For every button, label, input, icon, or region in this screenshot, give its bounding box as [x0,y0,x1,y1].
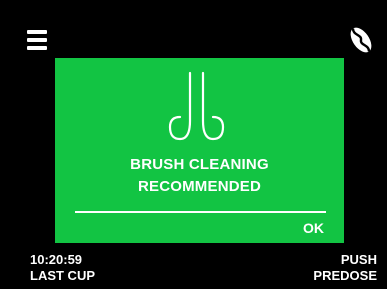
time-display: 10:20:59 [30,252,83,267]
message-line-1: BRUSH CLEANING [130,156,269,173]
coffee-bean-icon [350,27,372,53]
predose-label[interactable]: PREDOSE [313,268,377,284]
menu-button[interactable] [27,29,49,51]
push-label[interactable]: PUSH [341,252,377,268]
hamburger-menu-icon [27,30,47,50]
ok-button[interactable]: OK [303,219,324,237]
brush-icon [168,71,225,141]
last-cup-label: LAST CUP [30,268,95,283]
brush-cleaning-dialog: BRUSH CLEANING RECOMMENDED OK [55,58,344,243]
message-line-2: RECOMMENDED [137,178,262,195]
divider [75,211,326,213]
bean-button[interactable] [346,26,376,54]
